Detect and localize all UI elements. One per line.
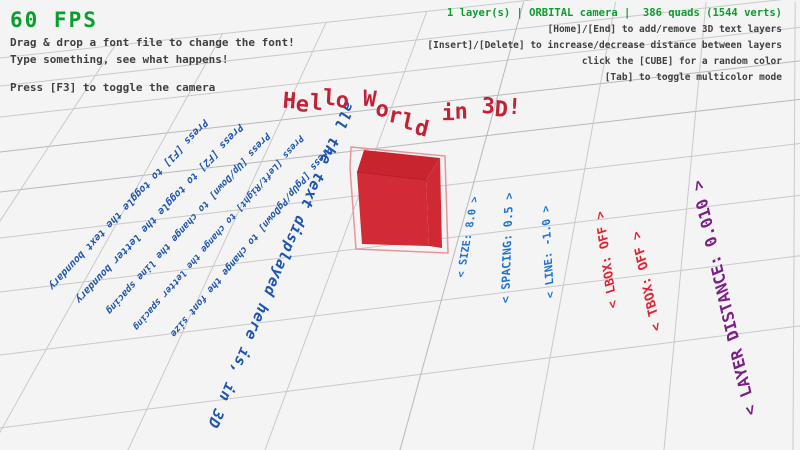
help-line-camera: Press [F3] to toggle the camera [10,81,430,94]
help-line-multicolor: [Tab] to toggle multicolor mode [427,72,782,83]
hello-char [428,105,442,130]
cube-front-face[interactable] [357,172,429,246]
hello-char [468,94,482,119]
hello-char: e [295,92,310,118]
help-line-distance: [Insert]/[Delete] to increase/decrease d… [427,40,782,51]
app-window: all the text displayed here is, in 3D Pr… [0,0,800,450]
help-line-layers: [Home]/[End] to add/remove 3D text layer… [427,24,782,35]
hello-char: i [441,101,454,126]
help-line-cube: click the [CUBE] for a random color [427,56,782,67]
fps-counter: 60 FPS [10,8,98,32]
status-bar: 1 layer(s) | ORBITAL camera | 386 quads … [427,7,782,19]
hello-char: l [308,90,323,116]
help-panel-right: 1 layer(s) | ORBITAL camera | 386 quads … [427,7,782,83]
hello-char: ! [507,95,522,121]
help-panel-left: 60 FPS Drag & drop a font file to change… [10,8,98,32]
hello-char: n [454,99,468,124]
help-line-dragdrop: Drag & drop a font file to change the fo… [10,36,430,49]
help-line-type: Type something, see what happens! [10,53,430,66]
